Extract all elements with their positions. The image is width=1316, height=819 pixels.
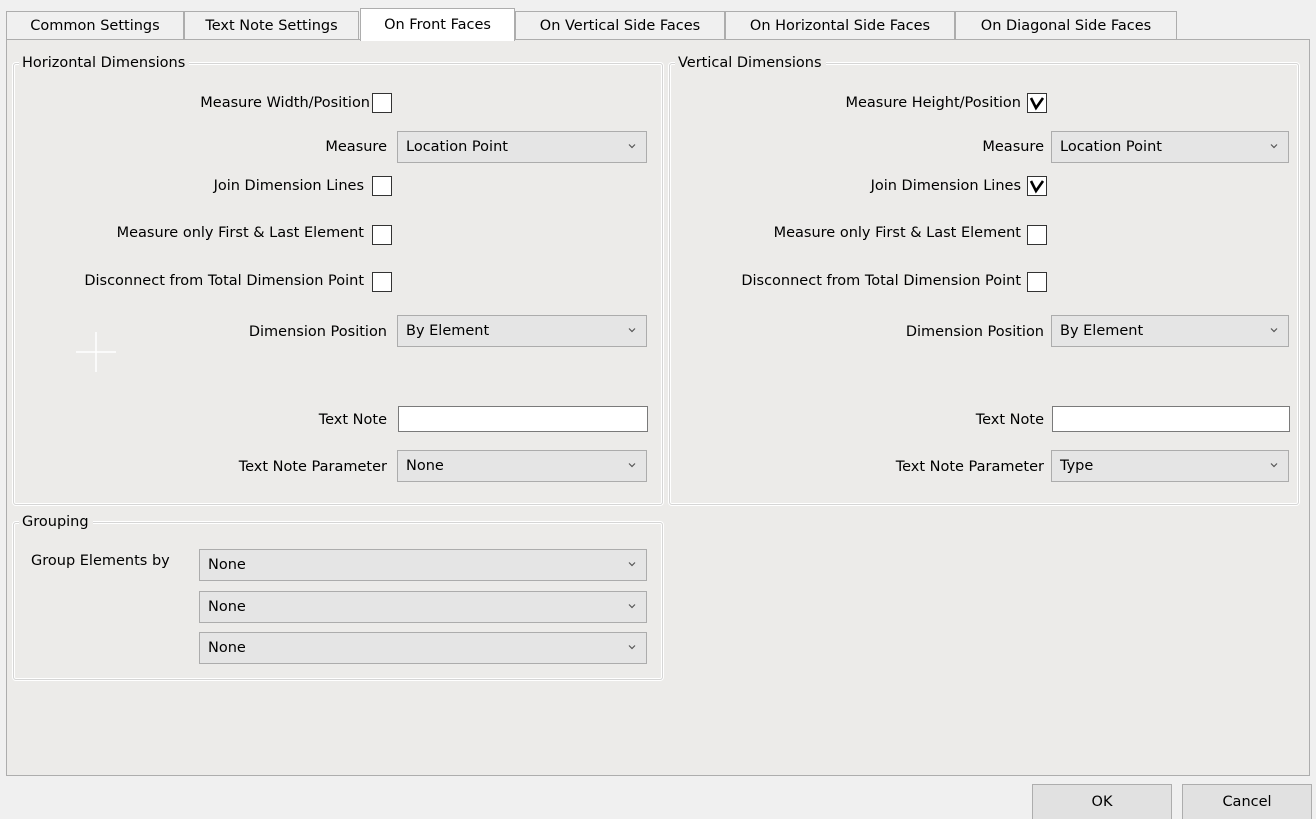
dimension-position-label: Dimension Position: [248, 324, 387, 340]
group-by-select-3-value: None: [208, 640, 246, 656]
ok-button[interactable]: OK: [1032, 784, 1172, 819]
chevron-down-icon: [1270, 463, 1278, 468]
chevron-down-icon: [628, 463, 636, 468]
group-by-select-1[interactable]: None: [199, 549, 647, 581]
join-dimension-lines-checkbox[interactable]: [1027, 176, 1047, 196]
grouping-group: Grouping Group Elements by None None Non…: [13, 513, 663, 680]
join-dimension-lines-checkbox[interactable]: [372, 176, 392, 196]
chevron-down-icon: [628, 604, 636, 609]
horizontal-dimensions-group: Horizontal Dimensions Measure Width/Posi…: [13, 54, 663, 505]
text-note-input[interactable]: [398, 406, 648, 432]
crosshair-cursor-icon: [76, 332, 116, 372]
join-dimension-lines-label: Join Dimension Lines: [213, 178, 364, 194]
text-note-parameter-value: Type: [1060, 458, 1094, 474]
group-by-select-2[interactable]: None: [199, 591, 647, 623]
vertical-dimensions-group: Vertical Dimensions Measure Height/Posit…: [669, 54, 1299, 505]
chevron-down-icon: [1270, 328, 1278, 333]
checkmark-icon: [1029, 180, 1045, 194]
measure-select[interactable]: Location Point: [397, 131, 647, 163]
measure-width-checkbox[interactable]: [372, 93, 392, 113]
cancel-button[interactable]: Cancel: [1182, 784, 1312, 819]
dimension-position-value: By Element: [1060, 323, 1144, 339]
measure-select[interactable]: Location Point: [1051, 131, 1289, 163]
vertical-dimensions-title: Vertical Dimensions: [675, 54, 826, 72]
tab-on-horizontal-side-faces[interactable]: On Horizontal Side Faces: [725, 11, 955, 39]
measure-select-value: Location Point: [1060, 139, 1162, 155]
text-note-input[interactable]: [1052, 406, 1290, 432]
chevron-down-icon: [628, 562, 636, 567]
measure-select-value: Location Point: [406, 139, 508, 155]
group-elements-by-label: Group Elements by: [31, 553, 170, 569]
tab-on-front-faces[interactable]: On Front Faces: [360, 8, 515, 41]
dimension-position-value: By Element: [406, 323, 490, 339]
text-note-parameter-label: Text Note Parameter: [238, 459, 387, 475]
grouping-title: Grouping: [19, 513, 93, 531]
measure-height-checkbox[interactable]: [1027, 93, 1047, 113]
text-note-label: Text Note: [318, 412, 387, 428]
tab-common-settings[interactable]: Common Settings: [6, 11, 184, 39]
group-by-select-1-value: None: [208, 557, 246, 573]
first-last-element-checkbox[interactable]: [1027, 225, 1047, 245]
disconnect-total-checkbox[interactable]: [1027, 272, 1047, 292]
group-by-select-2-value: None: [208, 599, 246, 615]
chevron-down-icon: [628, 328, 636, 333]
measure-height-label: Measure Height/Position: [845, 95, 1021, 111]
text-note-parameter-value: None: [406, 458, 444, 474]
text-note-label: Text Note: [975, 412, 1044, 428]
text-note-parameter-label: Text Note Parameter: [895, 459, 1044, 475]
measure-width-label: Measure Width/Position: [200, 95, 370, 111]
horizontal-dimensions-title: Horizontal Dimensions: [19, 54, 190, 72]
group-by-select-3[interactable]: None: [199, 632, 647, 664]
chevron-down-icon: [1270, 144, 1278, 149]
chevron-down-icon: [628, 645, 636, 650]
chevron-down-icon: [628, 144, 636, 149]
dimension-position-select[interactable]: By Element: [1051, 315, 1289, 347]
measure-label: Measure: [325, 139, 387, 155]
disconnect-total-checkbox[interactable]: [372, 272, 392, 292]
tab-text-note-settings[interactable]: Text Note Settings: [184, 11, 359, 39]
disconnect-total-label: Disconnect from Total Dimension Point: [741, 273, 1021, 289]
checkmark-icon: [1029, 97, 1045, 111]
dimension-position-label: Dimension Position: [905, 324, 1044, 340]
text-note-parameter-select[interactable]: Type: [1051, 450, 1289, 482]
first-last-element-label: Measure only First & Last Element: [773, 225, 1021, 241]
measure-label: Measure: [982, 139, 1044, 155]
tab-panel-front-faces: Horizontal Dimensions Measure Width/Posi…: [6, 39, 1310, 776]
text-note-parameter-select[interactable]: None: [397, 450, 647, 482]
dimension-position-select[interactable]: By Element: [397, 315, 647, 347]
disconnect-total-label: Disconnect from Total Dimension Point: [84, 273, 364, 289]
tab-strip: Common Settings Text Note Settings On Fr…: [6, 8, 1316, 41]
join-dimension-lines-label: Join Dimension Lines: [870, 178, 1021, 194]
first-last-element-checkbox[interactable]: [372, 225, 392, 245]
first-last-element-label: Measure only First & Last Element: [116, 225, 364, 241]
tab-on-diagonal-side-faces[interactable]: On Diagonal Side Faces: [955, 11, 1177, 39]
tab-on-vertical-side-faces[interactable]: On Vertical Side Faces: [515, 11, 725, 39]
